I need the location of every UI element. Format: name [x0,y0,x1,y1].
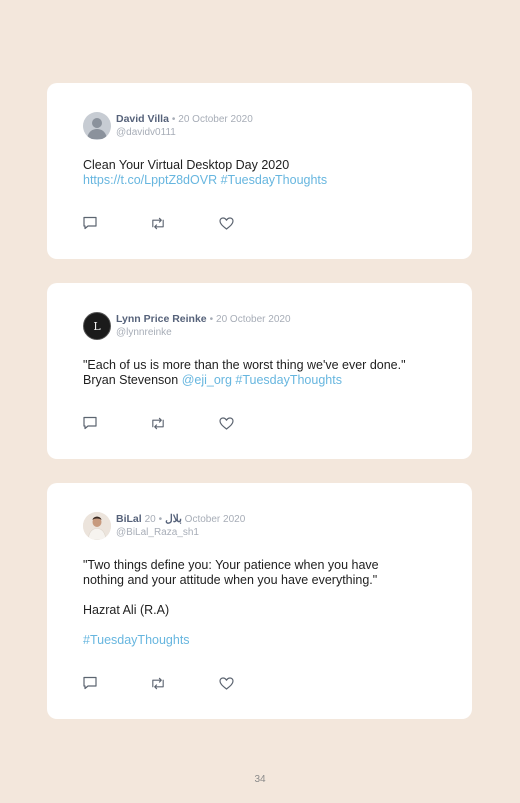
tweet-card[interactable]: L Lynn Price Reinke • 20 October 2020 @l… [47,283,472,459]
separator: • [158,514,163,525]
tweet-body: "Two things define you: Your patience wh… [83,558,436,648]
retweet-icon[interactable] [150,675,166,691]
mention-link[interactable]: @eji_org [182,373,232,387]
reply-icon[interactable] [82,215,98,231]
hashtag-link[interactable]: #TuesdayThoughts [221,173,328,187]
retweet-icon[interactable] [150,215,166,231]
default-user-icon [87,118,107,139]
author-name[interactable]: David Villa [116,113,169,125]
hashtag-link[interactable]: #TuesdayThoughts [235,373,342,387]
tweet-body: "Each of us is more than the worst thing… [83,358,436,388]
tweet-date: 20 October 2020 [216,314,291,325]
tweet-actions [82,415,234,431]
tweet-header: BiLal بلال • 20 October 2020 @BiLal_Raza… [83,511,436,541]
tweet-text: "Each of us is more than the worst thing… [83,358,406,372]
tweet-text: Bryan Stevenson [83,373,179,387]
tweet-link[interactable]: https://t.co/LpptZ8dOVR [83,173,217,187]
tweet-date: 20 October 2020 [178,114,253,125]
retweet-icon[interactable] [150,415,166,431]
page-number: 34 [254,774,266,785]
page: David Villa • 20 October 2020 @davidv011… [0,0,520,803]
person-photo-icon [83,512,111,540]
tweet-card[interactable]: David Villa • 20 October 2020 @davidv011… [47,83,472,259]
avatar[interactable] [83,112,111,140]
tweet-body: Clean Your Virtual Desktop Day 2020 http… [83,158,436,188]
tweet-header: David Villa • 20 October 2020 @davidv011… [83,111,436,141]
author-handle[interactable]: @lynnreinke [116,326,291,339]
author-handle[interactable]: @BiLal_Raza_sh1 [116,526,245,539]
quote-attribution: Hazrat Ali (R.A) [83,603,170,617]
separator: • [209,314,214,325]
tweet-actions [82,675,234,691]
author-handle[interactable]: @davidv0111 [116,126,253,139]
tweet-text: nothing and your attitude when you have … [83,573,378,587]
author-name[interactable]: Lynn Price Reinke [116,313,207,325]
hashtag-link[interactable]: #TuesdayThoughts [83,633,190,647]
avatar-monogram: L [93,319,101,333]
avatar[interactable] [83,512,111,540]
tweet-text: Clean Your Virtual Desktop Day 2020 [83,158,290,172]
tweet-text: "Two things define you: Your patience wh… [83,558,379,572]
avatar[interactable]: L [83,312,111,340]
tweet-header: L Lynn Price Reinke • 20 October 2020 @l… [83,311,436,341]
reply-icon[interactable] [82,415,98,431]
separator: • [171,114,176,125]
tweet-actions [82,215,234,231]
like-icon[interactable] [218,415,234,431]
like-icon[interactable] [218,675,234,691]
like-icon[interactable] [218,215,234,231]
reply-icon[interactable] [82,675,98,691]
tweet-card[interactable]: BiLal بلال • 20 October 2020 @BiLal_Raza… [47,483,472,719]
